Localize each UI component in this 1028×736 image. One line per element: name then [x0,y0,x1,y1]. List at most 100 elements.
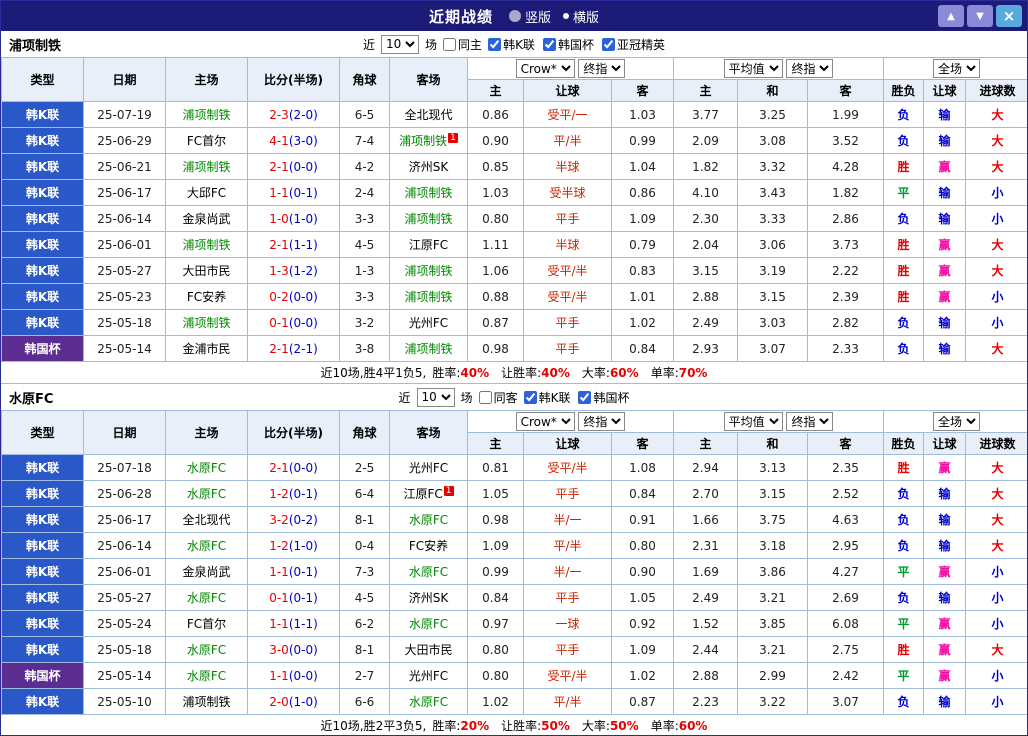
avg-home-cell: 1.66 [673,506,739,533]
league-cell: 韩K联 [1,636,84,663]
summary-stat: 大率:60% [581,366,639,380]
games-label: 场 [425,37,438,52]
bookmaker-select[interactable]: Crow* [515,412,575,431]
odds-home-header: 主 [467,79,524,102]
result-header: 胜负 [883,432,925,455]
corner-cell: 3-8 [339,335,390,362]
league-checkbox[interactable] [601,37,615,51]
radio-icon[interactable] [563,13,569,19]
handicap-result-cell: 输 [923,506,967,533]
result-cell: 胜 [883,636,925,663]
match-count-select[interactable]: 10 [416,387,455,407]
league-filter[interactable]: 韩国杯 [542,36,594,53]
league-filter[interactable]: 韩K联 [488,36,535,53]
odds-handicap-header: 让球 [523,432,612,455]
league-cell: 韩K联 [1,610,84,637]
handicap-result-header: 让球 [923,79,967,102]
match-row: 韩国杯 25-05-14 水原FC 1-1(0-0) 2-7 光州FC 0.80 受平/半 1.… [1,662,1027,689]
col-score-header: 比分(半场) [247,410,340,455]
result-cell: 平 [883,610,925,637]
league-cell: 韩K联 [1,101,84,128]
red-card-badge: 1 [443,486,454,496]
league-checkbox[interactable] [488,37,502,51]
away-odds-cell: 0.91 [610,506,675,533]
avg-draw-cell: 3.33 [737,205,809,232]
result-cell: 负 [883,127,925,154]
avg-home-cell: 2.30 [673,205,739,232]
avg-home-cell: 2.70 [673,480,739,507]
score-cell: 1-2(1-0) [247,532,340,559]
league-filter[interactable]: 韩国杯 [578,389,629,406]
handicap-result-cell: 赢 [923,610,967,637]
bookmaker-select[interactable]: Crow* [515,59,575,78]
goals-result-cell: 小 [965,309,1027,336]
match-row: 韩K联 25-05-18 水原FC 3-0(0-0) 8-1 大田市民 0.80 平手 1.09… [1,636,1027,663]
average-select[interactable]: 平均值 [723,412,783,431]
final-average-select[interactable]: 终指 [786,412,834,431]
home-odds-cell: 1.11 [467,231,524,258]
home-odds-cell: 1.06 [467,257,524,284]
result-cell: 负 [883,506,925,533]
score-cell: 2-3(2-0) [247,101,340,128]
final-average-select[interactable]: 终指 [786,59,834,78]
league-filter[interactable]: 亚冠精英 [601,36,665,53]
league-checkbox[interactable] [523,390,537,404]
corner-cell: 6-4 [339,480,390,507]
average-select[interactable]: 平均值 [723,59,783,78]
avg-draw-cell: 3.21 [737,584,809,611]
scroll-down-button[interactable]: ▼ [967,5,993,27]
layout-option[interactable]: 横版 [563,7,599,26]
section-suwon: 水原FC 近 10 场 同客 韩K联 韩国杯 类型 日期 主场 比分(半场) 角… [1,384,1027,735]
avg-away-cell: 2.82 [807,309,885,336]
league-cell: 韩K联 [1,283,84,310]
team-name: 水原FC [9,391,54,407]
league-checkbox[interactable] [542,37,556,51]
same-venue-checkbox[interactable] [443,37,457,51]
league-cell: 韩国杯 [1,662,84,689]
score-cell: 1-0(1-0) [247,205,340,232]
layout-option-label: 横版 [573,10,600,26]
close-button[interactable]: × [996,5,1022,27]
odds-home-header: 主 [467,432,524,455]
home-odds-cell: 0.98 [467,335,524,362]
corner-cell: 4-5 [339,584,390,611]
down-arrow-icon: ▼ [976,10,984,22]
final-odds-select[interactable]: 终指 [578,412,626,431]
avg-draw-cell: 3.85 [737,610,809,637]
date-cell: 25-05-18 [83,636,166,663]
col-corner-header: 角球 [339,410,390,455]
away-odds-cell: 0.80 [610,532,675,559]
home-team-cell: 金浦市民 [165,335,248,362]
result-cell: 胜 [883,153,925,180]
radio-icon[interactable] [508,10,521,22]
league-cell: 韩K联 [1,584,84,611]
scope-select[interactable]: 全场 [933,412,981,431]
score-cell: 3-2(0-2) [247,506,340,533]
final-odds-select[interactable]: 终指 [578,59,626,78]
col-date-header: 日期 [83,410,166,455]
avg-away-cell: 4.63 [807,506,885,533]
home-odds-cell: 1.05 [467,480,524,507]
scroll-up-button[interactable]: ▲ [938,5,964,27]
scope-select[interactable]: 全场 [933,59,981,78]
home-team-cell: FC首尔 [165,127,248,154]
date-cell: 25-05-14 [83,662,166,689]
col-away-header: 客场 [389,57,468,102]
avg-draw-cell: 3.86 [737,558,809,585]
handicap-result-cell: 输 [923,335,967,362]
match-count-select[interactable]: 10 [381,34,420,54]
avg-away-cell: 4.28 [807,153,885,180]
same-venue-checkbox[interactable] [478,390,492,404]
score-cell: 0-1(0-0) [247,309,340,336]
same-venue-filter[interactable]: 同主 [443,36,482,53]
layout-option[interactable]: 竖版 [508,7,551,26]
handicap-cell: 平手 [523,584,612,611]
league-checkbox[interactable] [578,390,592,404]
league-filter[interactable]: 韩K联 [523,389,570,406]
home-odds-cell: 0.80 [467,205,524,232]
date-cell: 25-06-01 [83,231,166,258]
same-venue-filter[interactable]: 同客 [478,389,518,406]
home-odds-cell: 0.85 [467,153,524,180]
scope-controls: 全场 [883,57,1027,80]
avg-home-cell: 1.82 [673,153,739,180]
